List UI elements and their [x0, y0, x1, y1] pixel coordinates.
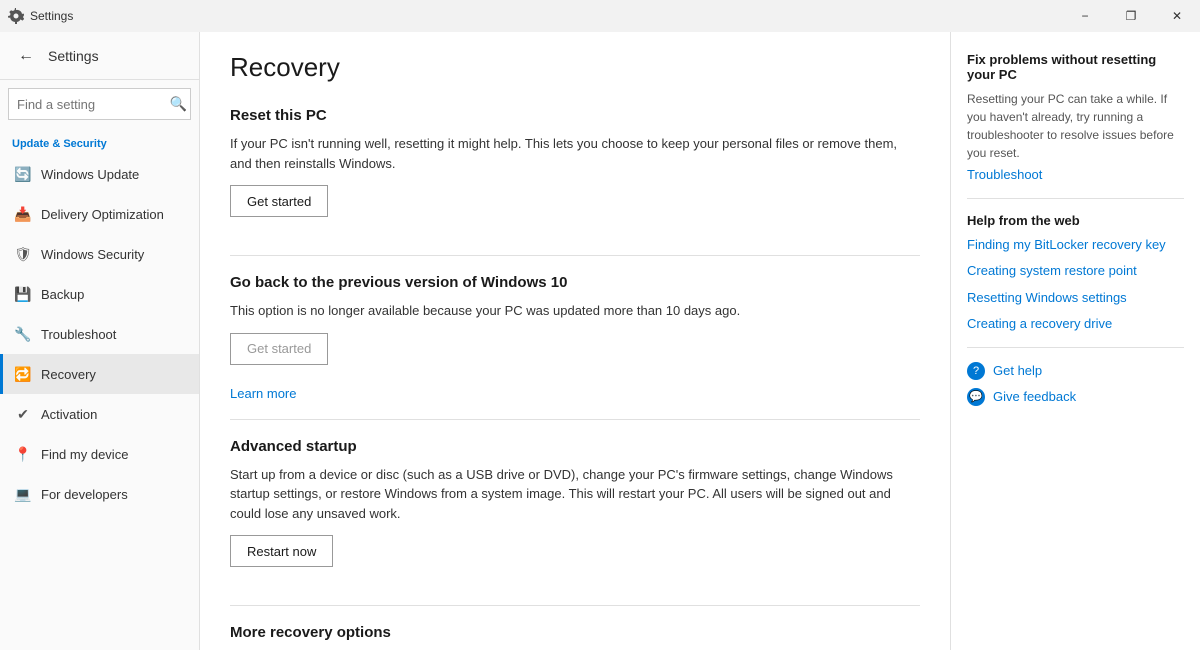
backup-icon: 💾	[15, 286, 31, 302]
sidebar-item-label-troubleshoot: Troubleshoot	[41, 327, 116, 342]
troubleshoot-link[interactable]: Troubleshoot	[967, 166, 1184, 184]
content-area: Recovery Reset this PC If your PC isn't r…	[200, 32, 1200, 650]
sections-container: Reset this PC If your PC isn't running we…	[230, 107, 920, 650]
sidebar-item-label-backup: Backup	[41, 287, 84, 302]
help-from-web-title: Help from the web	[967, 213, 1184, 228]
section-more-recovery: More recovery optionsLearn how to start …	[230, 624, 920, 650]
delivery-optimization-icon: 📥	[15, 206, 31, 222]
btn-advanced-startup[interactable]: Restart now	[230, 535, 333, 567]
web-link-0[interactable]: Finding my BitLocker recovery key	[967, 236, 1184, 254]
sidebar-item-recovery[interactable]: 🔁 Recovery	[0, 354, 199, 394]
windows-security-icon: 🛡	[15, 246, 31, 262]
search-input[interactable]	[8, 88, 191, 120]
sidebar-item-windows-security[interactable]: 🛡 Windows Security	[0, 234, 199, 274]
sidebar-app-title: Settings	[48, 48, 99, 64]
section-title-reset-pc: Reset this PC	[230, 107, 920, 124]
section-advanced-startup: Advanced startup Start up from a device o…	[230, 438, 920, 588]
section-title-advanced-startup: Advanced startup	[230, 438, 920, 455]
sidebar-item-find-my-device[interactable]: 📍 Find my device	[0, 434, 199, 474]
help-item-give-feedback[interactable]: 💬 Give feedback	[967, 388, 1184, 406]
titlebar-left: Settings	[8, 8, 73, 24]
right-panel-divider-1	[967, 198, 1184, 199]
learn-more-link-go-back[interactable]: Learn more	[230, 386, 296, 401]
fix-problems-title: Fix problems without resetting your PC	[967, 52, 1184, 82]
sidebar-item-for-developers[interactable]: 💻 For developers	[0, 474, 199, 514]
restore-button[interactable]: ❐	[1108, 0, 1154, 32]
sidebar-item-troubleshoot[interactable]: 🔧 Troubleshoot	[0, 314, 199, 354]
page-title: Recovery	[230, 52, 920, 83]
minimize-button[interactable]: −	[1062, 0, 1108, 32]
main-window: ← Settings 🔍 Update & Security 🔄 Windows…	[0, 32, 1200, 650]
web-link-3[interactable]: Creating a recovery drive	[967, 315, 1184, 333]
back-button[interactable]: ←	[12, 42, 40, 70]
close-button[interactable]: ✕	[1154, 0, 1200, 32]
sidebar-item-delivery-optimization[interactable]: 📥 Delivery Optimization	[0, 194, 199, 234]
section-reset-pc: Reset this PC If your PC isn't running we…	[230, 107, 920, 237]
give-feedback-icon: 💬	[967, 388, 985, 406]
troubleshoot-icon: 🔧	[15, 326, 31, 342]
titlebar-title: Settings	[30, 9, 73, 23]
section-desc-go-back: This option is no longer available becau…	[230, 301, 920, 321]
section-divider-1	[230, 255, 920, 256]
give-feedback-label: Give feedback	[993, 389, 1076, 404]
sidebar-item-label-find-my-device: Find my device	[41, 447, 128, 462]
for-developers-icon: 💻	[15, 486, 31, 502]
help-item-get-help[interactable]: ? Get help	[967, 362, 1184, 380]
sidebar-item-label-delivery-optimization: Delivery Optimization	[41, 207, 164, 222]
main-content: Recovery Reset this PC If your PC isn't r…	[200, 32, 950, 650]
search-icon-button[interactable]: 🔍	[170, 96, 187, 113]
section-title-more-recovery: More recovery options	[230, 624, 920, 641]
get-help-icon: ?	[967, 362, 985, 380]
right-panel: Fix problems without resetting your PC R…	[950, 32, 1200, 650]
section-divider-2	[230, 419, 920, 420]
sidebar-nav-top: ← Settings	[0, 32, 199, 80]
fix-problems-desc: Resetting your PC can take a while. If y…	[967, 90, 1184, 162]
sidebar-section-label: Update & Security	[0, 128, 199, 154]
titlebar: Settings − ❐ ✕	[0, 0, 1200, 32]
sidebar-item-backup[interactable]: 💾 Backup	[0, 274, 199, 314]
section-title-go-back: Go back to the previous version of Windo…	[230, 274, 920, 291]
settings-app-icon	[8, 8, 24, 24]
sidebar-item-activation[interactable]: ✔ Activation	[0, 394, 199, 434]
sidebar-item-windows-update[interactable]: 🔄 Windows Update	[0, 154, 199, 194]
btn-go-back: Get started	[230, 333, 328, 365]
sidebar: ← Settings 🔍 Update & Security 🔄 Windows…	[0, 32, 200, 650]
find-my-device-icon: 📍	[15, 446, 31, 462]
sidebar-items-container: 🔄 Windows Update 📥 Delivery Optimization…	[0, 154, 199, 514]
btn-reset-pc[interactable]: Get started	[230, 185, 328, 217]
web-links-container: Finding my BitLocker recovery key Creatin…	[967, 236, 1184, 333]
sidebar-item-label-windows-update: Windows Update	[41, 167, 139, 182]
sidebar-item-label-for-developers: For developers	[41, 487, 128, 502]
get-help-label: Get help	[993, 363, 1042, 378]
web-link-1[interactable]: Creating system restore point	[967, 262, 1184, 280]
activation-icon: ✔	[15, 406, 31, 422]
web-link-2[interactable]: Resetting Windows settings	[967, 289, 1184, 307]
recovery-icon: 🔁	[15, 366, 31, 382]
section-desc-reset-pc: If your PC isn't running well, resetting…	[230, 134, 920, 173]
section-go-back: Go back to the previous version of Windo…	[230, 274, 920, 401]
windows-update-icon: 🔄	[15, 166, 31, 182]
search-box: 🔍	[8, 88, 191, 120]
help-items-container: ? Get help 💬 Give feedback	[967, 362, 1184, 406]
right-panel-divider-2	[967, 347, 1184, 348]
sidebar-item-label-windows-security: Windows Security	[41, 247, 144, 262]
section-desc-advanced-startup: Start up from a device or disc (such as …	[230, 465, 920, 524]
sidebar-item-label-activation: Activation	[41, 407, 97, 422]
sidebar-item-label-recovery: Recovery	[41, 367, 96, 382]
section-divider-3	[230, 605, 920, 606]
titlebar-controls: − ❐ ✕	[1062, 0, 1200, 32]
